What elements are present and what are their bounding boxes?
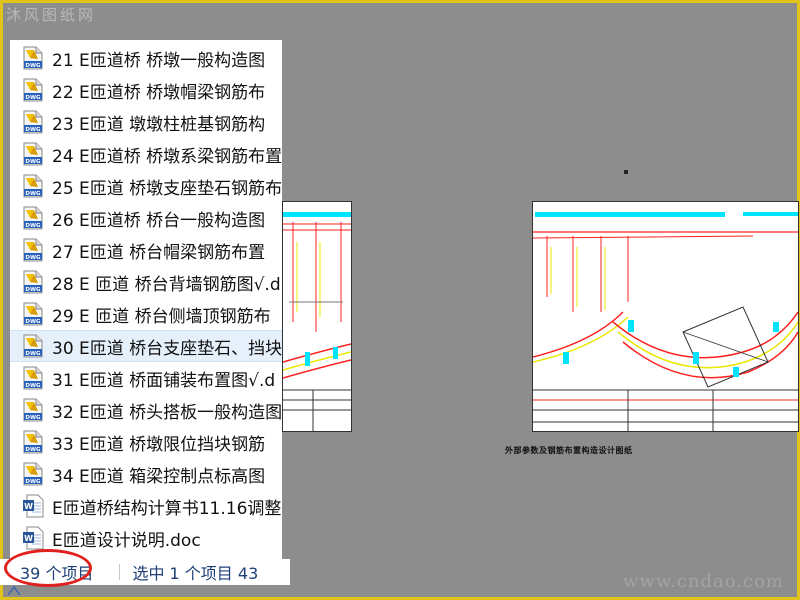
status-separator bbox=[119, 564, 121, 580]
svg-text:DWG: DWG bbox=[25, 383, 41, 389]
file-row[interactable]: DWG 34 E匝道 箱梁控制点标高图 bbox=[10, 458, 282, 490]
file-row[interactable]: DWG 21 E匝道桥 桥墩一般构造图 bbox=[10, 42, 282, 74]
cad-drawing-left-graphic bbox=[283, 212, 351, 431]
svg-text:DWG: DWG bbox=[25, 351, 41, 357]
file-row[interactable]: DWG 33 E匝道 桥墩限位挡块钢筋 bbox=[10, 426, 282, 458]
file-name: 34 E匝道 箱梁控制点标高图 bbox=[52, 466, 266, 487]
file-name: 22 E匝道桥 桥墩帽梁钢筋布 bbox=[52, 82, 266, 103]
file-name: 33 E匝道 桥墩限位挡块钢筋 bbox=[52, 434, 266, 455]
file-row[interactable]: DWG 25 E匝道 桥墩支座垫石钢筋布 bbox=[10, 170, 282, 202]
cad-marker bbox=[624, 170, 628, 174]
dwg-file-icon: DWG bbox=[22, 270, 44, 294]
cad-drawing-right-graphic bbox=[533, 212, 798, 431]
file-row[interactable]: DWG 23 E匝道 墩墩柱桩基钢筋构 bbox=[10, 106, 282, 138]
dwg-file-icon: DWG bbox=[22, 110, 44, 134]
word-doc-icon: W bbox=[22, 494, 44, 518]
file-name: 25 E匝道 桥墩支座垫石钢筋布 bbox=[52, 178, 282, 199]
file-name: 21 E匝道桥 桥墩一般构造图 bbox=[52, 50, 266, 71]
file-name: 28 E 匝道 桥台背墙钢筋图√.d bbox=[52, 274, 281, 295]
svg-text:DWG: DWG bbox=[25, 479, 41, 485]
dwg-file-icon: DWG bbox=[22, 174, 44, 198]
file-name: 24 E匝道桥 桥墩系梁钢筋布置 bbox=[52, 146, 282, 167]
watermark-bottom: www.cndao.com bbox=[623, 571, 784, 592]
dwg-file-icon: DWG bbox=[22, 206, 44, 230]
file-name: 29 E 匝道 桥台侧墙顶钢筋布 bbox=[52, 306, 271, 327]
status-selection: 选中 1 个项目 43 bbox=[132, 564, 259, 583]
svg-text:DWG: DWG bbox=[25, 223, 41, 229]
svg-text:DWG: DWG bbox=[25, 319, 41, 325]
dwg-file-icon: DWG bbox=[22, 366, 44, 390]
file-list-panel[interactable]: DWG 21 E匝道桥 桥墩一般构造图 DWG 22 E匝道桥 桥墩帽梁钢筋布 DWG 2… bbox=[10, 40, 282, 559]
file-row[interactable]: DWG 31 E匝道 桥面铺装布置图√.d bbox=[10, 362, 282, 394]
svg-text:DWG: DWG bbox=[25, 127, 41, 133]
corner-arrow-icon bbox=[8, 585, 21, 595]
highlight-ellipse bbox=[4, 549, 92, 587]
svg-text:W: W bbox=[24, 502, 33, 511]
dwg-file-icon: DWG bbox=[22, 430, 44, 454]
file-row[interactable]: DWG 27 E匝道 桥台帽梁钢筋布置 bbox=[10, 234, 282, 266]
file-row[interactable]: DWG 32 E匝道 桥头搭板一般构造图 bbox=[10, 394, 282, 426]
cad-caption: 外部参数及钢筋布置构造设计图纸 bbox=[505, 445, 633, 455]
svg-text:DWG: DWG bbox=[25, 255, 41, 261]
watermark-top: 沐风图纸网 bbox=[6, 6, 97, 24]
screenshot-stage: 沐风图纸网 外部参数及钢筋布置构造设计图纸 DWG 21 E匝道桥 桥墩一般构造… bbox=[0, 0, 800, 600]
file-name: 32 E匝道 桥头搭板一般构造图 bbox=[52, 402, 282, 423]
word-doc-icon: W bbox=[22, 526, 44, 550]
dwg-file-icon: DWG bbox=[22, 462, 44, 486]
svg-text:DWG: DWG bbox=[25, 95, 41, 101]
dwg-file-icon: DWG bbox=[22, 238, 44, 262]
file-row[interactable]: DWG 29 E 匝道 桥台侧墙顶钢筋布 bbox=[10, 298, 282, 330]
dwg-file-icon: DWG bbox=[22, 398, 44, 422]
cad-drawing-left bbox=[282, 201, 352, 432]
file-name: E匝道桥结构计算书11.16调整 bbox=[52, 498, 282, 519]
svg-text:DWG: DWG bbox=[25, 63, 41, 69]
file-row[interactable]: DWG 26 E匝道桥 桥台一般构造图 bbox=[10, 202, 282, 234]
svg-text:W: W bbox=[24, 534, 33, 543]
dwg-file-icon: DWG bbox=[22, 78, 44, 102]
dwg-file-icon: DWG bbox=[22, 142, 44, 166]
cad-drawing-right bbox=[532, 201, 799, 432]
file-row[interactable]: DWG 30 E匝道 桥台支座垫石、挡块 bbox=[10, 330, 282, 362]
dwg-file-icon: DWG bbox=[22, 334, 44, 358]
dwg-file-icon: DWG bbox=[22, 46, 44, 70]
svg-text:DWG: DWG bbox=[25, 415, 41, 421]
file-row[interactable]: DWG 24 E匝道桥 桥墩系梁钢筋布置 bbox=[10, 138, 282, 170]
file-row[interactable]: DWG 28 E 匝道 桥台背墙钢筋图√.d bbox=[10, 266, 282, 298]
file-name: E匝道设计说明.doc bbox=[52, 530, 201, 551]
file-name: 23 E匝道 墩墩柱桩基钢筋构 bbox=[52, 114, 266, 135]
svg-text:DWG: DWG bbox=[25, 447, 41, 453]
file-name: 30 E匝道 桥台支座垫石、挡块 bbox=[52, 338, 282, 359]
file-row[interactable]: W E匝道桥结构计算书11.16调整 bbox=[10, 490, 282, 522]
svg-text:DWG: DWG bbox=[25, 159, 41, 165]
file-name: 31 E匝道 桥面铺装布置图√.d bbox=[52, 370, 276, 391]
svg-text:DWG: DWG bbox=[25, 191, 41, 197]
dwg-file-icon: DWG bbox=[22, 302, 44, 326]
file-name: 27 E匝道 桥台帽梁钢筋布置 bbox=[52, 242, 266, 263]
file-row[interactable]: DWG 22 E匝道桥 桥墩帽梁钢筋布 bbox=[10, 74, 282, 106]
svg-text:DWG: DWG bbox=[25, 287, 41, 293]
file-name: 26 E匝道桥 桥台一般构造图 bbox=[52, 210, 266, 231]
